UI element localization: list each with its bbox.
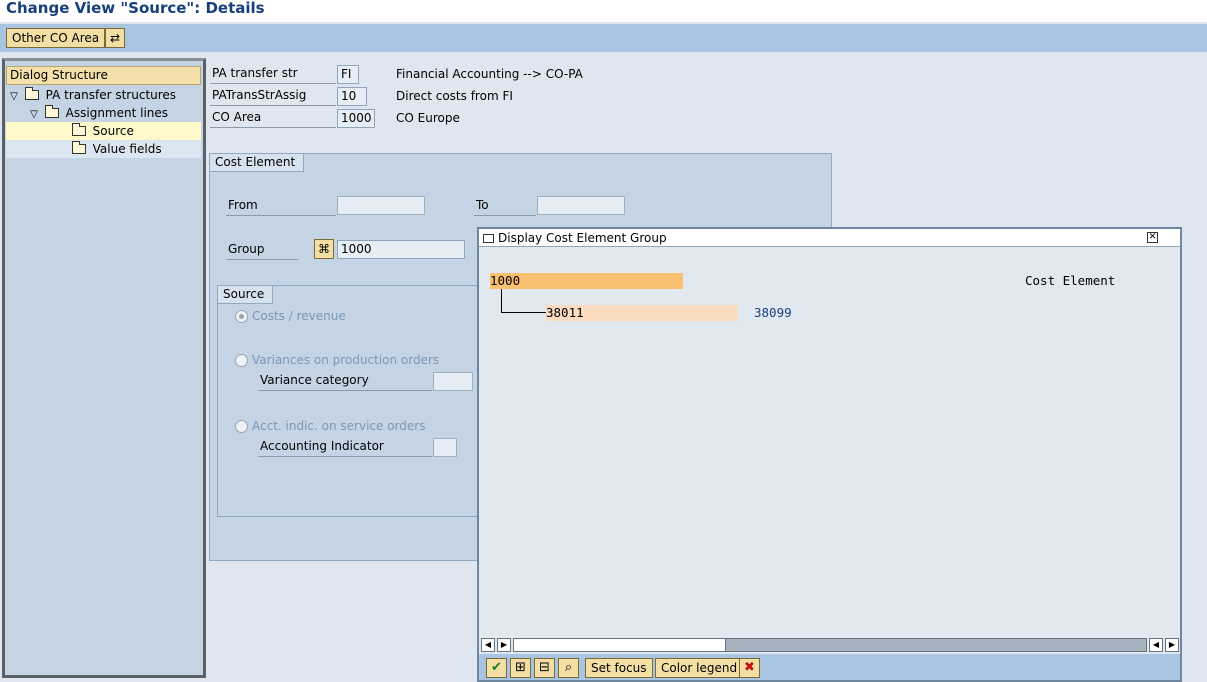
accounting-indicator-label: Accounting Indicator — [258, 437, 432, 457]
cancel-button[interactable]: ✖ — [739, 658, 760, 678]
magnifier-icon: ⌕ — [564, 660, 573, 675]
patransstrassig-label: PATransStrAssig — [210, 86, 336, 106]
continue-button[interactable]: ✔ — [486, 658, 507, 678]
expand-icon: ⊞ — [515, 660, 526, 675]
set-focus-button[interactable]: Set focus — [585, 658, 653, 678]
patransstrassig-description: Direct costs from FI — [396, 89, 513, 103]
costs-revenue-radio[interactable] — [235, 310, 248, 323]
variance-category-label: Variance category — [258, 371, 432, 391]
cost-element-tab: Cost Element — [210, 154, 305, 172]
to-label: To — [474, 196, 536, 216]
pa-transfer-str-label: PA transfer str — [210, 64, 336, 84]
other-co-area-button[interactable]: Other CO Area — [6, 28, 106, 48]
checkmark-icon: ✔ — [491, 660, 502, 675]
application-toolbar: Other CO Area ⇄ — [0, 24, 1207, 52]
folder-icon — [71, 141, 86, 154]
tree-item-label: Assignment lines — [65, 106, 169, 120]
hierarchy-icon: ⌘ — [318, 242, 330, 256]
horizontal-scrollbar[interactable] — [513, 638, 1147, 652]
display-cost-element-group-dialog: Display Cost Element Group ✕ 1000 Cost E… — [477, 227, 1182, 682]
variances-radio[interactable] — [235, 354, 248, 367]
collapse-subtree-button[interactable]: ⊟ — [534, 658, 555, 678]
pa-transfer-str-field[interactable]: FI — [337, 65, 359, 84]
tree-item-value-fields[interactable]: Value fields — [6, 140, 201, 158]
variance-category-field[interactable] — [433, 372, 473, 391]
open-folder-icon — [71, 123, 86, 136]
tree-node-child-from[interactable]: 38011 — [546, 305, 738, 321]
acct-indic-label: Acct. indic. on service orders — [252, 419, 426, 433]
dialog-title-bar: Display Cost Element Group ✕ — [479, 229, 1180, 247]
co-area-description: CO Europe — [396, 111, 460, 125]
folder-icon — [44, 105, 59, 118]
patransstrassig-field[interactable]: 10 — [337, 87, 367, 106]
co-area-label: CO Area — [210, 108, 336, 128]
tree-item-label: Value fields — [92, 142, 162, 156]
tree-node-root[interactable]: 1000 — [490, 273, 683, 289]
scrollbar-thumb[interactable] — [514, 639, 726, 651]
expand-subtree-button[interactable]: ⊞ — [510, 658, 531, 678]
tree-item-assignment-lines[interactable]: ▽ Assignment lines — [27, 104, 168, 122]
folder-icon — [24, 87, 39, 100]
color-legend-button[interactable]: Color legend — [655, 658, 744, 678]
scroll-right-icon[interactable]: ▶ — [1165, 638, 1179, 652]
collapse-triangle-icon[interactable]: ▽ — [7, 88, 21, 106]
group-hierarchy-button[interactable]: ⌘ — [314, 239, 334, 259]
toggle-display-change-button[interactable]: ⇄ — [105, 28, 125, 48]
tree-node-child-to: 38099 — [754, 305, 792, 320]
from-field[interactable] — [337, 196, 425, 215]
tree-item-label: Source — [92, 124, 134, 138]
dialog-structure-header: Dialog Structure — [6, 66, 201, 85]
dialog-structure-panel: Dialog Structure ▽ PA transfer structure… — [2, 58, 206, 678]
scroll-left-icon[interactable]: ◀ — [1149, 638, 1163, 652]
window-icon — [483, 234, 494, 243]
accounting-indicator-field[interactable] — [433, 438, 457, 457]
costs-revenue-label: Costs / revenue — [252, 309, 346, 323]
to-field[interactable] — [537, 196, 625, 215]
source-groupbox: Source Costs / revenue Variances on prod… — [217, 285, 487, 517]
cancel-x-icon: ✖ — [744, 660, 755, 675]
find-button[interactable]: ⌕ — [558, 658, 579, 678]
acct-indic-radio[interactable] — [235, 420, 248, 433]
column-header-cost-element: Cost Element — [1025, 273, 1116, 288]
tree-item-pa-transfer-structures[interactable]: ▽ PA transfer structures — [7, 86, 176, 104]
variances-label: Variances on production orders — [252, 353, 440, 367]
scroll-right-icon[interactable]: ▶ — [497, 638, 511, 652]
tree-item-source[interactable]: Source — [6, 122, 201, 140]
from-label: From — [226, 196, 336, 216]
group-field[interactable]: 1000 — [337, 240, 465, 259]
tree-connector-line — [501, 312, 546, 313]
display-change-icon: ⇄ — [109, 31, 121, 45]
group-label: Group — [226, 240, 298, 260]
tree-item-label: PA transfer structures — [45, 88, 177, 102]
tree-connector-line — [501, 289, 502, 313]
pa-transfer-str-description: Financial Accounting --> CO-PA — [396, 67, 583, 81]
scroll-left-icon[interactable]: ◀ — [481, 638, 495, 652]
co-area-field[interactable]: 1000 — [337, 109, 375, 128]
page-title: Change View "Source": Details — [0, 0, 1207, 22]
collapse-icon: ⊟ — [539, 660, 550, 675]
close-icon[interactable]: ✕ — [1147, 232, 1158, 243]
source-tab: Source — [218, 286, 274, 304]
dialog-title: Display Cost Element Group — [498, 231, 667, 245]
